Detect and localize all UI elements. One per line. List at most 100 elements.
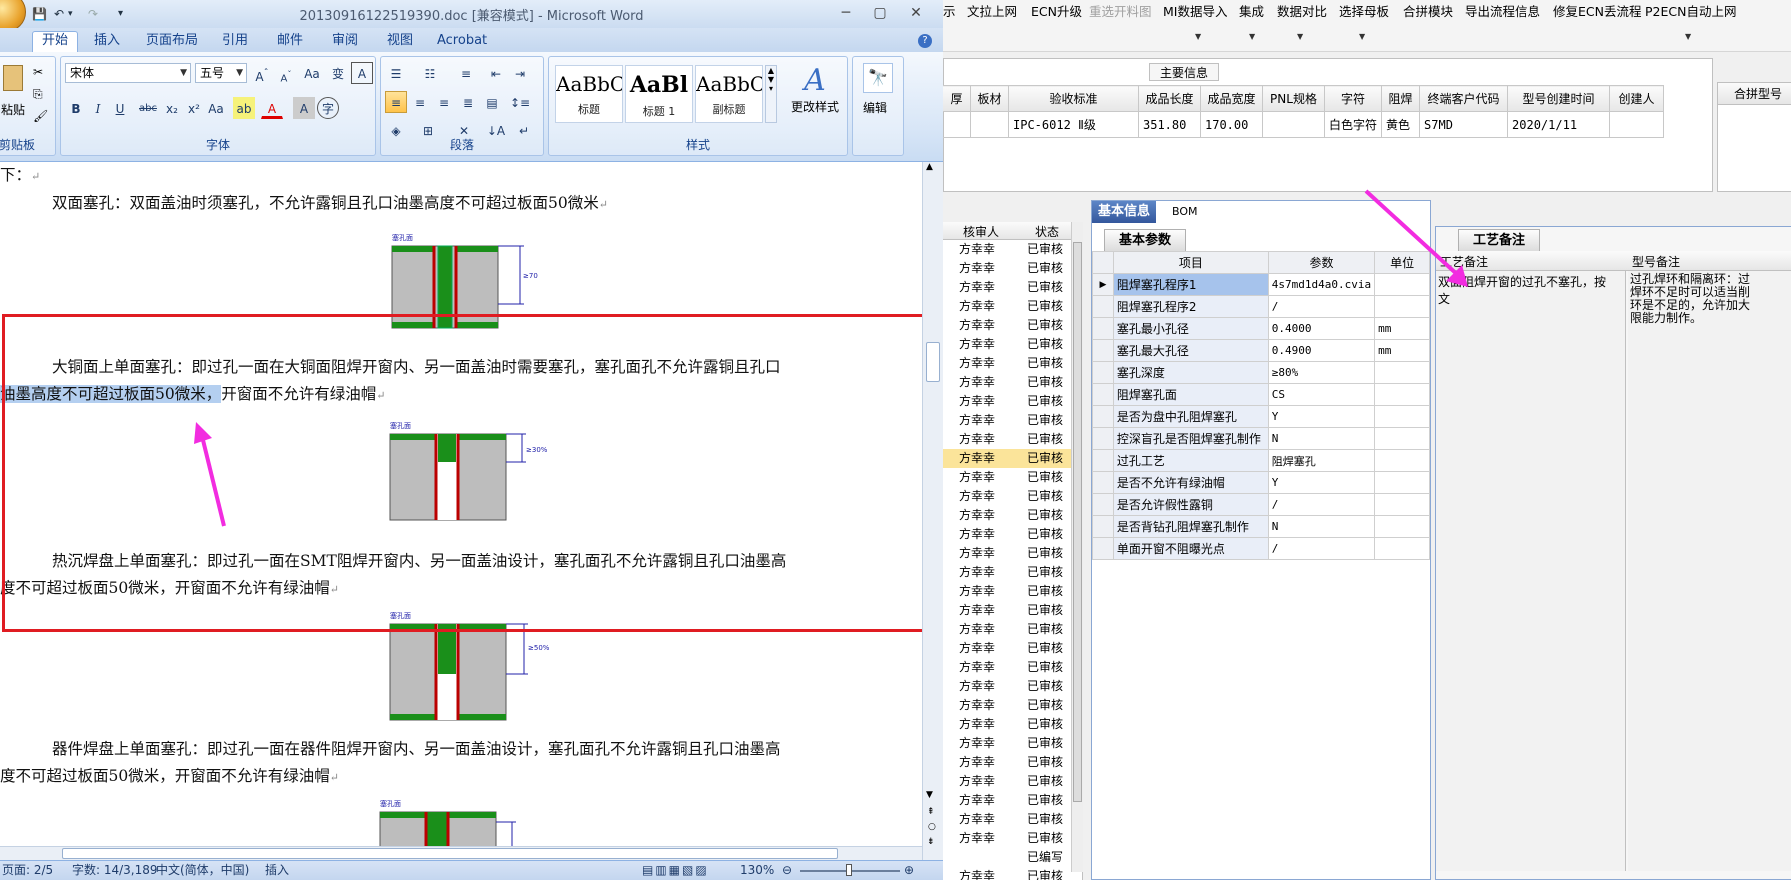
zoom-thumb[interactable] [846, 864, 852, 876]
document-area[interactable]: 下：↵ 双面塞孔：双面盖油时须塞孔，不允许露铜且孔口油墨高度不可超过板面50微米… [0, 162, 922, 860]
col-header[interactable]: 阻焊 [1381, 85, 1421, 112]
scroll-thumb[interactable] [926, 342, 940, 382]
list-scroll-thumb[interactable] [1073, 242, 1082, 802]
param-unit[interactable] [1374, 449, 1430, 472]
italic-icon[interactable]: I [87, 97, 109, 119]
param-value[interactable]: 4s7md1d4a0.cvia [1267, 273, 1376, 296]
phonetic-guide-icon[interactable]: 变 [327, 62, 349, 84]
word-count[interactable]: 字数: 14/3,189 [72, 861, 158, 880]
list-item[interactable]: 方幸幸 已审核 [943, 392, 1071, 411]
param-unit[interactable] [1374, 361, 1430, 384]
list-item[interactable]: 方幸幸 已审核 [943, 297, 1071, 316]
param-unit[interactable] [1374, 405, 1430, 428]
list-item[interactable]: 方幸幸 已审核 [943, 658, 1071, 677]
list-item[interactable]: 方幸幸 已审核 [943, 563, 1071, 582]
menu-item[interactable]: 文拉上网 [967, 1, 1017, 20]
merge-label[interactable]: 合拼型号 [1718, 83, 1791, 105]
param-unit[interactable] [1374, 295, 1430, 318]
list-item[interactable]: 方幸幸 已审核 [943, 620, 1071, 639]
tab-view[interactable]: 视图 [378, 32, 422, 52]
col-header[interactable]: 成品长度 [1138, 85, 1201, 112]
param-unit[interactable] [1374, 471, 1430, 494]
col-header[interactable]: 型号备注 [1632, 253, 1680, 270]
list-item[interactable]: 方幸幸 已审核 [943, 715, 1071, 734]
zoom-in-icon[interactable]: ⊕ [904, 861, 914, 880]
list-item[interactable]: 方幸幸 已审核 [943, 411, 1071, 430]
menu-item[interactable]: MI数据导入 [1163, 1, 1227, 20]
list-item[interactable]: 已编写 [943, 848, 1071, 867]
prev-page-icon[interactable]: ⇞ [927, 807, 935, 817]
col-header[interactable]: 创建人 [1609, 85, 1665, 112]
param-unit[interactable]: mm [1374, 339, 1430, 362]
table-cell[interactable] [1262, 111, 1325, 138]
param-row[interactable]: 是否允许假性露铜 / [1092, 493, 1430, 516]
superscript-icon[interactable]: x² [183, 97, 205, 119]
list-item[interactable]: 方幸幸 已审核 [943, 772, 1071, 791]
shrink-font-icon[interactable]: Aˇ [275, 62, 297, 84]
list-item[interactable]: 方幸幸 已审核 [943, 487, 1071, 506]
find-icon[interactable]: 🔭 [863, 63, 893, 93]
model-note-cell[interactable]: 过孔焊环和隔离环：过 焊环不足时可以适当削 环是不足的，允许加大 限能力制作。 [1628, 271, 1791, 871]
clear-format-icon[interactable]: Aa [301, 62, 323, 84]
param-row[interactable]: 阻焊塞孔程序2/ [1092, 295, 1430, 318]
tab-references[interactable]: 引用 [213, 32, 257, 52]
tab-home[interactable]: 开始 [32, 31, 79, 53]
param-value[interactable]: Y [1267, 405, 1376, 428]
tab-page-layout[interactable]: 页面布局 [137, 32, 207, 52]
list-item[interactable]: 方幸幸 已审核 [943, 867, 1071, 880]
list-item[interactable]: 方幸幸 已审核 [943, 430, 1071, 449]
tab-insert[interactable]: 插入 [85, 32, 129, 52]
scroll-up-icon[interactable]: ▲ [926, 162, 933, 172]
table-cell[interactable]: 170.00 [1200, 111, 1263, 138]
list-item[interactable]: 方幸幸 已审核 [943, 240, 1071, 259]
bullets-icon[interactable]: ☰ [385, 62, 407, 84]
param-row[interactable]: 阻焊塞孔面 CS [1092, 383, 1430, 406]
style-heading-1[interactable]: AaBl 标题 1 [625, 65, 693, 123]
menu-item[interactable]: 选择母板 [1339, 1, 1389, 20]
grow-font-icon[interactable]: Aˆ [251, 62, 273, 84]
char-border-icon[interactable]: A [351, 62, 373, 84]
param-value[interactable]: N [1267, 427, 1376, 450]
param-value[interactable]: / [1267, 295, 1376, 318]
highlight-icon[interactable]: ab [233, 97, 255, 119]
param-value[interactable]: N [1267, 515, 1376, 538]
justify-icon[interactable]: ≣ [457, 91, 479, 113]
tab-acrobat[interactable]: Acrobat [428, 32, 496, 52]
param-value[interactable]: Y [1267, 471, 1376, 494]
horizontal-scrollbar[interactable] [0, 846, 922, 860]
decrease-indent-icon[interactable]: ⇤ [485, 62, 507, 84]
chevron-down-icon[interactable]: ▼ [1249, 32, 1255, 41]
process-note-cell[interactable]: 双面阻焊开窗的过孔不塞孔，按 文 [1436, 271, 1626, 871]
table-cell[interactable]: 2020/1/11 [1507, 111, 1611, 138]
numbering-icon[interactable]: ☷ [419, 62, 441, 84]
list-item[interactable]: 方幸幸 已审核 [943, 696, 1071, 715]
param-row[interactable]: 过孔工艺 阻焊塞孔 [1092, 449, 1430, 472]
col-header[interactable]: PNL规格 [1262, 85, 1325, 112]
hscroll-thumb[interactable] [62, 848, 838, 859]
list-item[interactable]: 方幸幸 已审核 [943, 677, 1071, 696]
copy-icon[interactable]: ⎘ [33, 87, 43, 102]
param-row[interactable]: 塞孔最大孔径 0.4900 mm [1092, 339, 1430, 362]
param-row[interactable]: 单面开窗不阻曝光点 / [1092, 537, 1430, 560]
table-cell[interactable]: S7MD [1419, 111, 1509, 138]
chevron-down-icon[interactable]: ▼ [1685, 32, 1691, 41]
list-item[interactable]: 方幸幸 已审核 [943, 449, 1071, 468]
multilevel-list-icon[interactable]: ≡ [455, 62, 477, 84]
param-row[interactable]: 塞孔深度 ≥80% [1092, 361, 1430, 384]
list-item[interactable]: 方幸幸 已审核 [943, 316, 1071, 335]
chevron-down-icon[interactable]: ▼ [1195, 32, 1201, 41]
change-case-icon[interactable]: Aa [205, 97, 227, 119]
param-value[interactable]: ≥80% [1267, 361, 1376, 384]
edit-label[interactable]: 编辑 [863, 99, 887, 116]
help-icon[interactable]: ? [918, 34, 932, 48]
browse-object-icon[interactable]: ○ [928, 822, 936, 832]
font-size-combo[interactable]: 五号 ▼ [195, 63, 247, 83]
menu-item[interactable]: 合拼模块 [1403, 1, 1453, 20]
param-value[interactable]: / [1267, 537, 1376, 560]
zoom-out-icon[interactable]: ⊖ [782, 861, 792, 880]
change-styles-button[interactable]: A 更改样式 [785, 63, 845, 115]
language-indicator[interactable]: 中文(简体，中国) [156, 861, 249, 880]
param-unit[interactable] [1374, 383, 1430, 406]
list-item[interactable]: 方幸幸 已审核 [943, 373, 1071, 392]
list-item[interactable]: 方幸幸 已审核 [943, 506, 1071, 525]
